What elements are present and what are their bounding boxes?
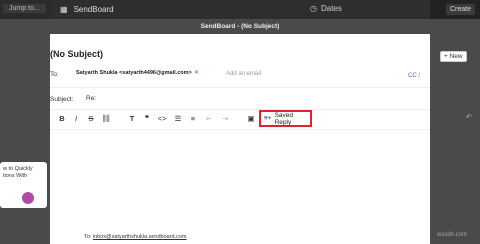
watermark: wsxdn.com — [437, 232, 468, 238]
footer-recipient: To: inbox@satyarthshukla.sendboard.com — [84, 234, 187, 240]
strikethrough-icon[interactable]: S — [85, 113, 97, 125]
avatar — [22, 192, 34, 204]
bullet-list-icon[interactable]: ☰ — [172, 113, 184, 125]
image-icon[interactable]: ▣ — [245, 113, 257, 125]
recipient-text: Satyarth Shukla <satyarth4496@gmail.com> — [76, 70, 192, 76]
quote-icon[interactable]: ❞ — [141, 113, 153, 125]
card-line-2: tions With — [3, 173, 28, 179]
create-button[interactable]: Create — [446, 4, 476, 15]
numbered-list-icon[interactable]: ≡ — [187, 113, 199, 125]
card-text: w to Quickly tions With — [3, 166, 33, 180]
saved-reply-button[interactable]: ≡+ Saved Reply — [259, 110, 312, 127]
brand-label: SendBoard — [73, 5, 114, 14]
divider — [50, 87, 430, 88]
compose-window-title: SendBoard - (No Subject) — [50, 19, 430, 34]
card-line-1: w to Quickly — [3, 166, 33, 172]
to-label: To: — [50, 71, 59, 78]
outdent-icon[interactable]: ⇤ — [203, 113, 215, 125]
saved-reply-icon: ≡+ — [264, 115, 272, 122]
code-icon[interactable]: <> — [156, 113, 168, 125]
heading-icon[interactable]: T — [126, 113, 138, 125]
new-button[interactable]: + New — [440, 51, 467, 62]
remove-recipient-icon[interactable]: × — [195, 70, 199, 76]
dates-filter[interactable]: ◷ Dates — [310, 4, 342, 13]
compose-window: SendBoard - (No Subject) (No Subject) To… — [50, 19, 430, 244]
link-icon[interactable]: ⛓ — [100, 113, 112, 125]
italic-icon[interactable]: I — [70, 113, 82, 125]
board-icon: ▦ — [60, 5, 68, 14]
brand: ▦ SendBoard — [60, 5, 114, 14]
cc-bcc-link[interactable]: CC / — [408, 73, 420, 79]
page-title: (No Subject) — [50, 49, 103, 59]
saved-reply-label: Saved Reply — [274, 111, 294, 126]
footer-to-label: To: — [84, 234, 92, 240]
right-dimmed-panel — [430, 0, 480, 244]
jump-search[interactable]: Jump to... — [3, 4, 46, 13]
clock-icon: ◷ — [310, 4, 317, 13]
dates-label: Dates — [320, 4, 342, 13]
recipient-chip[interactable]: Satyarth Shukla <satyarth4496@gmail.com>… — [76, 70, 198, 76]
bold-icon[interactable]: B — [56, 113, 68, 125]
subject-input[interactable]: Re: — [86, 95, 96, 102]
divider — [50, 129, 430, 130]
app-topbar: ▦ SendBoard ◷ Dates — [50, 0, 430, 19]
subject-label: Subject: — [50, 96, 74, 103]
add-email-input[interactable]: Add an email — [226, 71, 261, 77]
indent-icon[interactable]: ⇥ — [219, 113, 231, 125]
divider — [50, 109, 430, 110]
footer-email-link[interactable]: inbox@satyarthshukla.sendboard.com — [93, 234, 187, 240]
undo-icon[interactable]: ↶ — [466, 113, 472, 121]
